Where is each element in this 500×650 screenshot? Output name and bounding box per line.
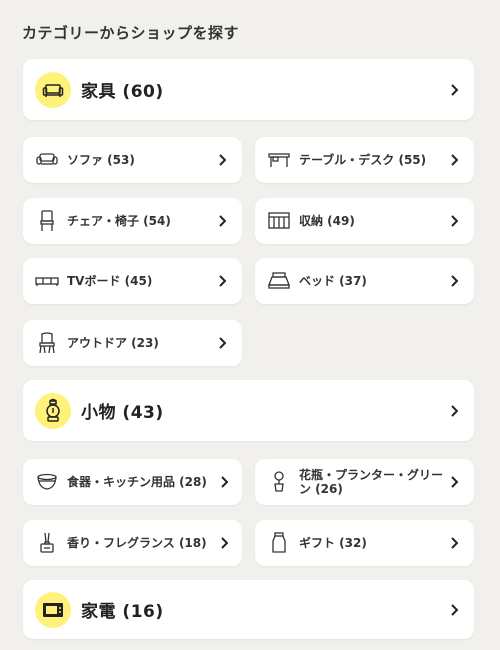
category-goods[interactable]: 小物 (43) <box>23 380 474 441</box>
plant-icon <box>267 470 291 494</box>
category-label: 小物 (43) <box>81 403 164 423</box>
shelf-icon <box>267 209 291 233</box>
diffuser-icon <box>35 531 59 555</box>
gift-jar-icon <box>267 531 291 555</box>
chevron-right-icon <box>448 475 460 489</box>
subcategory-sofa[interactable]: ソファ (53) <box>23 137 242 183</box>
category-appliances[interactable]: 家電 (16) <box>23 580 474 639</box>
subcategory-label: テーブル・デスク (55) <box>299 153 427 167</box>
outdoor-chair-icon <box>35 331 59 355</box>
chevron-right-icon <box>448 214 460 228</box>
chevron-right-icon <box>218 475 230 489</box>
page-heading: カテゴリーからショップを探す <box>22 24 240 42</box>
subcategory-label: 花瓶・プランター・グリーン (26) <box>299 468 444 496</box>
table-icon <box>267 148 291 172</box>
category-label: 家具 (60) <box>81 82 164 102</box>
sofa-icon <box>35 148 59 172</box>
chevron-right-icon <box>216 336 228 350</box>
subcategory-gift[interactable]: ギフト (32) <box>255 520 474 566</box>
bed-icon <box>267 269 291 293</box>
subcategory-label: 収納 (49) <box>299 214 355 228</box>
subcategory-chair[interactable]: チェア・椅子 (54) <box>23 198 242 244</box>
chevron-right-icon <box>216 214 228 228</box>
lantern-icon <box>35 392 71 429</box>
subcategory-storage[interactable]: 収納 (49) <box>255 198 474 244</box>
chevron-right-icon <box>218 536 230 550</box>
subcategory-label: ソファ (53) <box>67 153 135 167</box>
subcategory-vase-planter[interactable]: 花瓶・プランター・グリーン (26) <box>255 459 474 505</box>
chevron-right-icon <box>216 274 228 288</box>
category-label: 家電 (16) <box>81 602 164 622</box>
sofa-icon <box>35 71 71 108</box>
chevron-right-icon <box>448 274 460 288</box>
subcategory-outdoor[interactable]: アウトドア (23) <box>23 320 242 366</box>
subcategory-label: 食器・キッチン用品 (28) <box>67 475 207 489</box>
subcategory-label: ベッド (37) <box>299 274 367 288</box>
chevron-right-icon <box>448 603 460 617</box>
subcategory-tableware[interactable]: 食器・キッチン用品 (28) <box>23 459 242 505</box>
subcategory-label: TVボード (45) <box>67 274 153 288</box>
subcategory-bed[interactable]: ベッド (37) <box>255 258 474 304</box>
chevron-right-icon <box>448 536 460 550</box>
chevron-right-icon <box>216 153 228 167</box>
category-page: カテゴリーからショップを探す 家具 (60) ソファ (53) テーブル・デスク… <box>0 0 500 650</box>
subcategory-label: 香り・フレグランス (18) <box>67 536 207 550</box>
bowl-icon <box>35 470 59 494</box>
chevron-right-icon <box>448 153 460 167</box>
chevron-right-icon <box>448 404 460 418</box>
tv-board-icon <box>35 269 59 293</box>
chevron-right-icon <box>448 83 460 97</box>
category-furniture[interactable]: 家具 (60) <box>23 59 474 120</box>
chair-icon <box>35 209 59 233</box>
subcategory-label: ギフト (32) <box>299 536 367 550</box>
subcategory-label: アウトドア (23) <box>67 336 159 350</box>
subcategory-label: チェア・椅子 (54) <box>67 214 171 228</box>
tv-icon <box>35 591 71 628</box>
subcategory-table-desk[interactable]: テーブル・デスク (55) <box>255 137 474 183</box>
subcategory-tv-board[interactable]: TVボード (45) <box>23 258 242 304</box>
subcategory-fragrance[interactable]: 香り・フレグランス (18) <box>23 520 242 566</box>
